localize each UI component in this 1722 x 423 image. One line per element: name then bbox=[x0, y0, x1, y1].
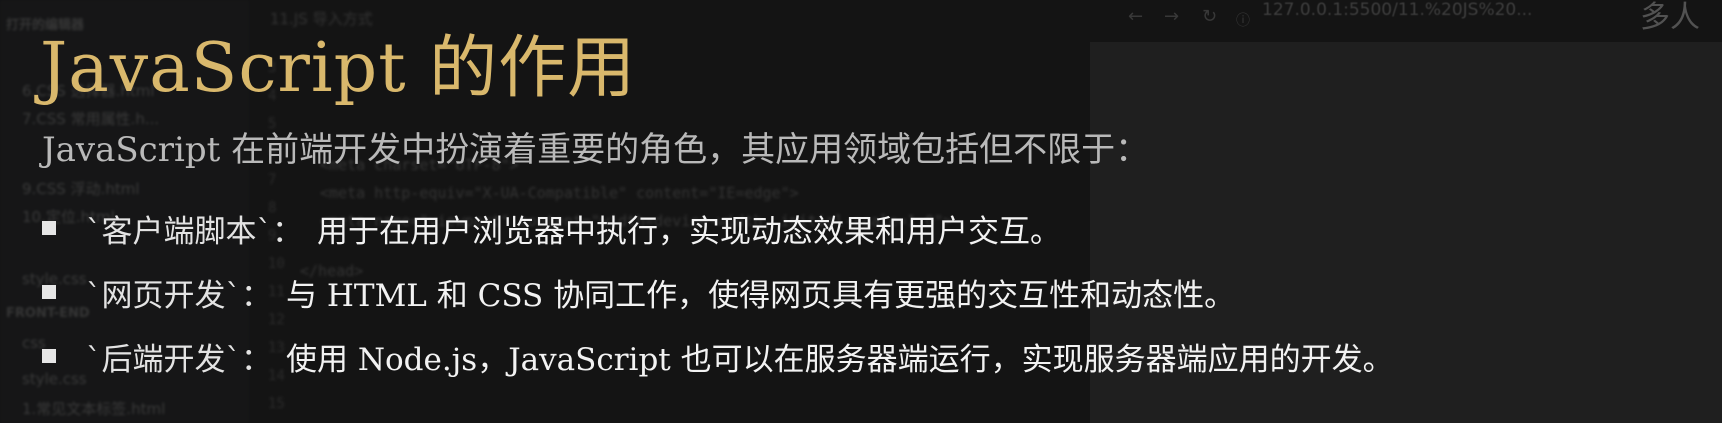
bullet-item: `客户端脚本`： 用于在用户浏览器中执行，实现动态效果和用户交互。 bbox=[42, 204, 1061, 252]
slide: JavaScript 的作用 JavaScript 在前端开发中扮演着重要的角色… bbox=[0, 0, 1722, 423]
bullet-square-icon bbox=[42, 285, 56, 299]
video-frame: 打开的编辑器 6.CSS 选择器.html 7.CSS 常用属性.h... 9.… bbox=[0, 0, 1722, 423]
bullet-description: 与 HTML 和 CSS 协同工作，使得网页具有更强的交互性和动态性。 bbox=[286, 277, 1236, 314]
bullet-term: `后端开发`： bbox=[86, 341, 272, 378]
bullet-square-icon bbox=[42, 221, 56, 235]
bullet-square-icon bbox=[42, 349, 56, 363]
bullet-description: 使用 Node.js，JavaScript 也可以在服务器端运行，实现服务器端应… bbox=[286, 341, 1394, 378]
slide-title: JavaScript 的作用 bbox=[40, 29, 637, 108]
slide-intro: JavaScript 在前端开发中扮演着重要的角色，其应用领域包括但不限于： bbox=[42, 130, 1150, 170]
bullet-description: 用于在用户浏览器中执行，实现动态效果和用户交互。 bbox=[317, 213, 1061, 250]
bullet-item: `后端开发`： 使用 Node.js，JavaScript 也可以在服务器端运行… bbox=[42, 332, 1394, 380]
bullet-item: `网页开发`： 与 HTML 和 CSS 协同工作，使得网页具有更强的交互性和动… bbox=[42, 268, 1235, 316]
bullet-term: `客户端脚本`： bbox=[86, 213, 303, 250]
bullet-term: `网页开发`： bbox=[86, 277, 272, 314]
